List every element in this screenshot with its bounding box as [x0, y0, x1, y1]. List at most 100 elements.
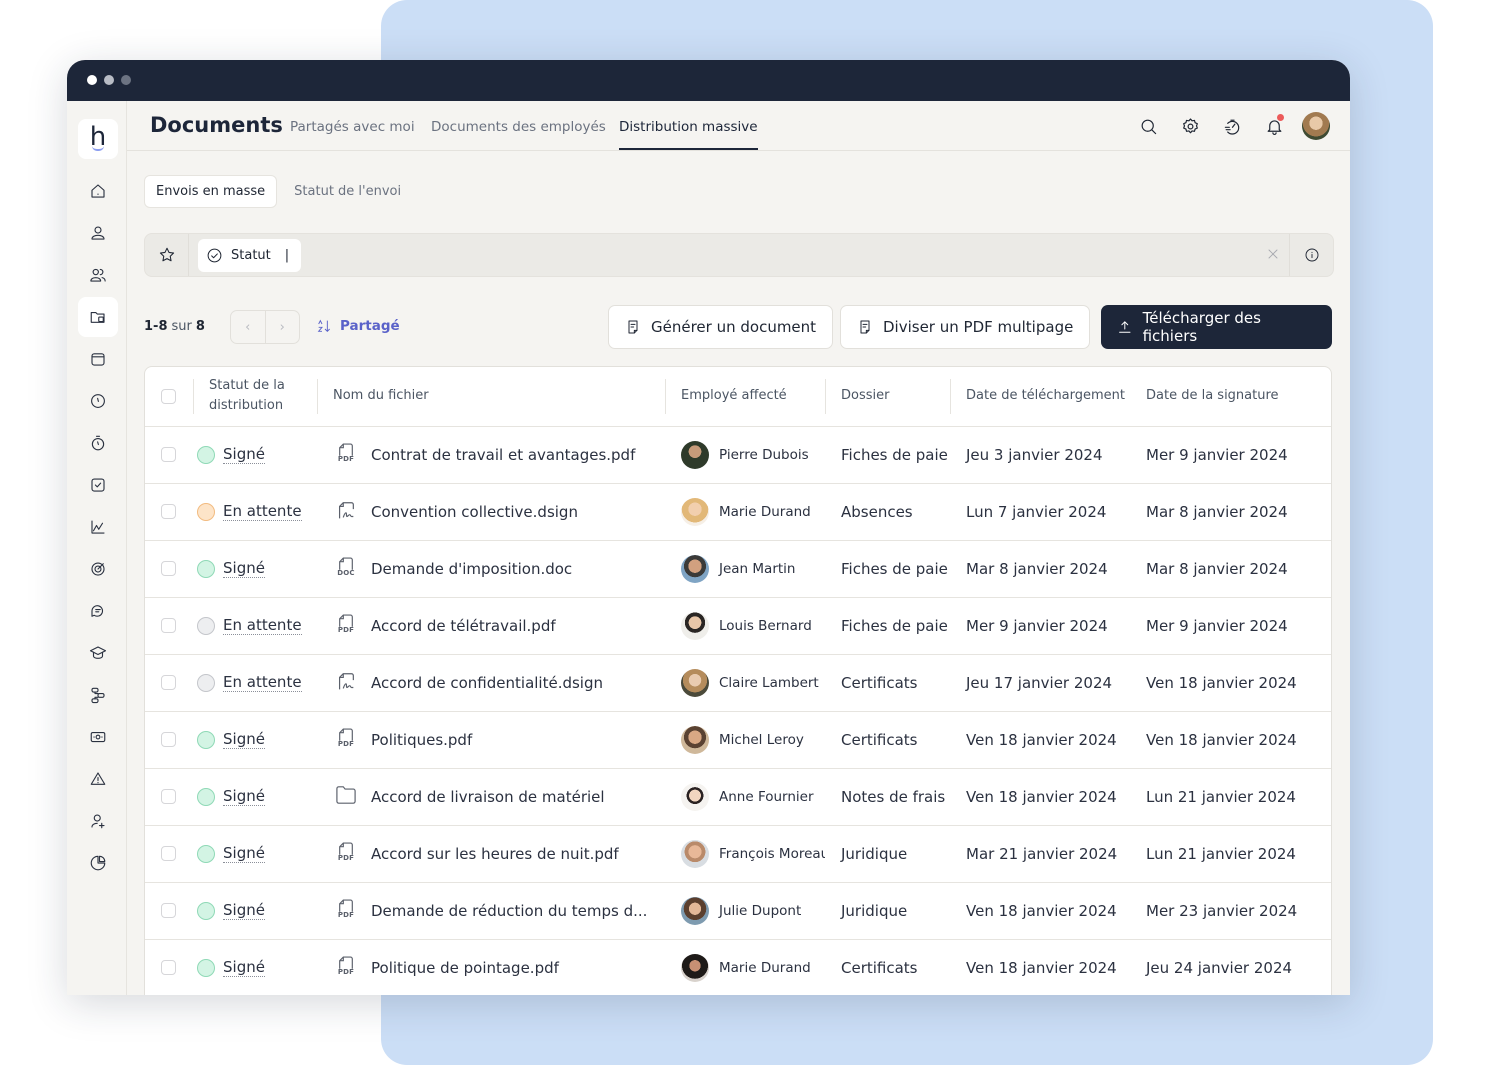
- search-icon[interactable]: [1134, 112, 1162, 140]
- sidebar-item-checkbox[interactable]: [78, 465, 118, 505]
- status-label[interactable]: Signé: [223, 445, 265, 464]
- table-row[interactable]: Signé PDF Politique de pointage.pdf Marie D…: [145, 939, 1331, 995]
- status-filter-chip[interactable]: Statut |: [198, 239, 302, 272]
- column-header-file-name[interactable]: Nom du fichier: [317, 367, 665, 427]
- status-label[interactable]: Signé: [223, 958, 265, 977]
- sidebar-item-folder[interactable]: [78, 297, 118, 337]
- column-header-upload-date[interactable]: Date de téléchargement: [950, 367, 1130, 427]
- table-row[interactable]: Signé PDF Contrat de travail et avantages.…: [145, 426, 1331, 484]
- row-checkbox[interactable]: [161, 618, 176, 633]
- status-label[interactable]: Signé: [223, 901, 265, 920]
- file-name[interactable]: Accord sur les heures de nuit.pdf: [371, 845, 619, 863]
- row-checkbox[interactable]: [161, 903, 176, 918]
- row-checkbox[interactable]: [161, 561, 176, 576]
- table-row[interactable]: En attente Convention collective.dsign Mar…: [145, 483, 1331, 541]
- employee-avatar: [681, 440, 709, 469]
- sidebar-item-chart-line[interactable]: [78, 507, 118, 547]
- upload-date-cell: Jeu 3 janvier 2024: [950, 426, 1130, 484]
- sidebar-item-user-add[interactable]: [78, 801, 118, 841]
- tab-mass-distribution[interactable]: Distribution massive: [619, 119, 758, 150]
- row-checkbox[interactable]: [161, 675, 176, 690]
- sidebar-item-users[interactable]: [78, 255, 118, 295]
- sidebar-item-user[interactable]: [78, 213, 118, 253]
- sidebar-item-graduation-cap[interactable]: [78, 633, 118, 673]
- status-indicator-icon: [197, 730, 215, 749]
- sidebar-item-warning[interactable]: [78, 759, 118, 799]
- settings-icon[interactable]: [1176, 112, 1204, 140]
- file-name[interactable]: Accord de confidentialité.dsign: [371, 674, 603, 692]
- file-cell: Convention collective.dsign: [317, 483, 665, 541]
- row-checkbox[interactable]: [161, 846, 176, 861]
- sidebar-item-money[interactable]: [78, 717, 118, 757]
- subtab-send-status[interactable]: Statut de l'envoi: [283, 176, 412, 207]
- file-name[interactable]: Accord de télétravail.pdf: [371, 617, 556, 635]
- status-label[interactable]: Signé: [223, 559, 265, 578]
- upload-files-button[interactable]: Télécharger des fichiers: [1101, 305, 1332, 349]
- workflow-icon: [91, 687, 105, 704]
- table-row[interactable]: Signé PDF Politiques.pdf Michel Leroy Certif…: [145, 711, 1331, 769]
- file-name[interactable]: Demande d'imposition.doc: [371, 560, 572, 578]
- status-label[interactable]: En attente: [223, 616, 302, 635]
- file-name[interactable]: Accord de livraison de matériel: [371, 788, 605, 806]
- subtab-mass-sends[interactable]: Envois en masse: [144, 175, 278, 208]
- window-dot-close[interactable]: [87, 75, 97, 85]
- sidebar-item-pie-chart[interactable]: [78, 843, 118, 883]
- status-indicator-icon: [197, 559, 215, 578]
- next-page-button[interactable]: ›: [266, 311, 300, 343]
- row-checkbox[interactable]: [161, 447, 176, 462]
- folder-name: Certificats: [841, 730, 918, 749]
- sidebar-item-workflow[interactable]: [78, 675, 118, 715]
- speedometer-icon[interactable]: [1218, 112, 1246, 140]
- sort-button[interactable]: Partagé: [316, 318, 400, 334]
- sidebar-item-chat[interactable]: [78, 591, 118, 631]
- star-icon[interactable]: [145, 234, 189, 276]
- sidebar-item-target[interactable]: [78, 549, 118, 589]
- table-row[interactable]: Signé PDF Accord sur les heures de nuit.pd…: [145, 825, 1331, 883]
- column-header-signature-date[interactable]: Date de la signature: [1130, 367, 1331, 427]
- file-name[interactable]: Demande de réduction du temps d...: [371, 902, 647, 920]
- signature-date: Mer 23 janvier 2024: [1146, 901, 1298, 920]
- table-row[interactable]: En attente PDF Accord de télétravail.pdf Lo…: [145, 597, 1331, 655]
- column-header-employee[interactable]: Employé affecté: [665, 367, 825, 427]
- app-logo[interactable]: h: [78, 119, 118, 159]
- user-avatar[interactable]: [1302, 112, 1330, 140]
- row-checkbox[interactable]: [161, 789, 176, 804]
- select-all-checkbox[interactable]: [161, 388, 176, 404]
- table-row[interactable]: Signé DOC Demande d'imposition.doc Jean Mar…: [145, 540, 1331, 598]
- status-label[interactable]: En attente: [223, 502, 302, 521]
- row-checkbox[interactable]: [161, 504, 176, 519]
- file-name[interactable]: Politique de pointage.pdf: [371, 959, 559, 977]
- column-header-folder[interactable]: Dossier: [825, 367, 950, 427]
- status-label[interactable]: Signé: [223, 730, 265, 749]
- generate-document-button[interactable]: Générer un document: [608, 305, 834, 349]
- status-indicator-icon: [197, 901, 215, 920]
- tab-shared-with-me[interactable]: Partagés avec moi: [290, 119, 415, 135]
- sidebar-item-stopwatch[interactable]: [78, 423, 118, 463]
- previous-page-button[interactable]: ‹: [231, 311, 266, 343]
- tab-employee-documents[interactable]: Documents des employés: [431, 119, 606, 135]
- bell-icon[interactable]: [1260, 112, 1288, 140]
- info-icon[interactable]: [1289, 234, 1333, 276]
- status-label[interactable]: Signé: [223, 844, 265, 863]
- sidebar-item-clock[interactable]: [78, 381, 118, 421]
- row-checkbox[interactable]: [161, 960, 176, 975]
- file-type-icon: [335, 500, 357, 524]
- row-checkbox[interactable]: [161, 732, 176, 747]
- window-dot-maximize[interactable]: [121, 75, 131, 85]
- clear-filter-icon[interactable]: [1265, 246, 1281, 266]
- table-row[interactable]: Signé PDF Demande de réduction du temps d.…: [145, 882, 1331, 940]
- table-row[interactable]: En attente Accord de confidentialité.dsig…: [145, 654, 1331, 712]
- window-dot-minimize[interactable]: [104, 75, 114, 85]
- column-header-status[interactable]: Statut de la distribution: [193, 367, 317, 427]
- status-label[interactable]: En attente: [223, 673, 302, 692]
- sidebar-item-calendar[interactable]: [78, 339, 118, 379]
- status-label[interactable]: Signé: [223, 787, 265, 806]
- file-name[interactable]: Politiques.pdf: [371, 731, 472, 749]
- file-name[interactable]: Convention collective.dsign: [371, 503, 578, 521]
- file-name[interactable]: Contrat de travail et avantages.pdf: [371, 446, 635, 464]
- signature-date: Lun 21 janvier 2024: [1146, 844, 1296, 863]
- split-pdf-button[interactable]: Diviser un PDF multipage: [840, 305, 1091, 349]
- app-window: h Documents Partagés avec moi Documents …: [67, 60, 1350, 995]
- table-row[interactable]: Signé Accord de livraison de matériel Anne…: [145, 768, 1331, 826]
- sidebar-item-home[interactable]: [78, 171, 118, 211]
